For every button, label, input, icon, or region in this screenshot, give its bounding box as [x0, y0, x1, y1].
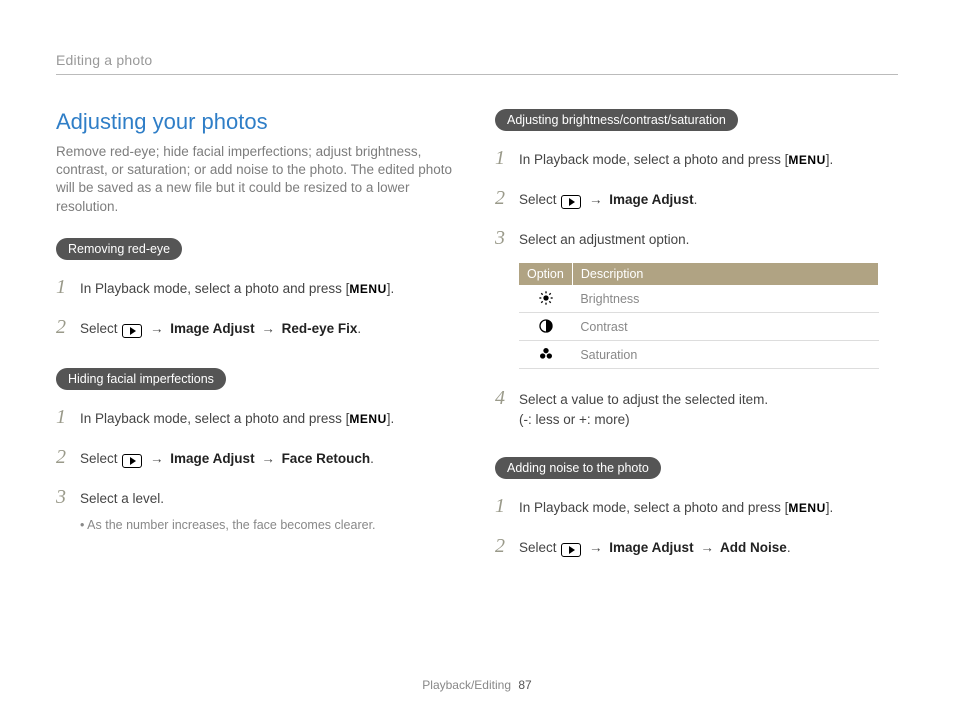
page-footer: Playback/Editing 87 — [0, 678, 954, 692]
step-text: Select — [519, 192, 560, 207]
step-1: 1 In Playback mode, select a photo and p… — [56, 272, 459, 302]
step-text: Select a level. — [80, 489, 459, 509]
play-mode-icon — [561, 195, 581, 209]
step-text: Select an adjustment option. — [519, 230, 898, 250]
step-text: In Playback mode, select a photo and pre… — [519, 500, 788, 515]
step-text: ]. — [826, 152, 834, 167]
step-2: 2 Select → Image Adjust. — [495, 183, 898, 213]
step-text: In Playback mode, select a photo and pre… — [519, 152, 788, 167]
heading-removing-red-eye: Removing red-eye — [56, 238, 182, 260]
step-text: ]. — [826, 500, 834, 515]
step-2: 2 Select → Image Adjust → Face Retouch. — [56, 442, 459, 472]
heading-hiding-facial: Hiding facial imperfections — [56, 368, 226, 390]
step-2: 2 Select → Image Adjust → Red-eye Fix. — [56, 312, 459, 342]
brightness-icon — [519, 285, 572, 313]
table-row: Saturation — [519, 341, 879, 369]
play-mode-icon — [122, 324, 142, 338]
step-number: 2 — [56, 312, 80, 342]
breadcrumb: Editing a photo — [56, 52, 898, 75]
menu-path: Image Adjust — [606, 540, 698, 555]
menu-icon: MENU — [788, 153, 825, 167]
note-text: As the number increases, the face become… — [80, 518, 459, 532]
menu-path: Add Noise — [717, 540, 787, 555]
table-row: Brightness — [519, 285, 879, 313]
arrow-icon: → — [589, 192, 603, 207]
menu-path: Red-eye Fix — [278, 321, 358, 336]
step-number: 2 — [495, 531, 519, 561]
menu-icon: MENU — [349, 282, 386, 296]
arrow-icon: → — [700, 540, 714, 555]
contrast-icon — [519, 313, 572, 341]
step-text: In Playback mode, select a photo and pre… — [80, 411, 349, 426]
sub-note: As the number increases, the face become… — [80, 518, 459, 532]
steps-add-noise: 1 In Playback mode, select a photo and p… — [495, 491, 898, 561]
step-number: 1 — [56, 402, 80, 432]
menu-icon: MENU — [788, 501, 825, 515]
play-mode-icon — [122, 454, 142, 468]
option-desc: Brightness — [572, 285, 878, 313]
step-number: 1 — [495, 143, 519, 173]
step-1: 1 In Playback mode, select a photo and p… — [56, 402, 459, 432]
table-header: Option — [519, 263, 572, 285]
table-header-row: Option Description — [519, 263, 879, 285]
step-text: In Playback mode, select a photo and pre… — [80, 281, 349, 296]
step-text: . — [787, 540, 791, 555]
step-number: 2 — [495, 183, 519, 213]
step-number: 3 — [56, 482, 80, 512]
heading-adjust-bcs: Adjusting brightness/contrast/saturation — [495, 109, 738, 131]
step-3: 3 Select an adjustment option. — [495, 223, 898, 253]
step-2: 2 Select → Image Adjust → Add Noise. — [495, 531, 898, 561]
step-text: Select — [80, 451, 121, 466]
menu-icon: MENU — [349, 412, 386, 426]
arrow-icon: → — [150, 321, 164, 336]
step-text: . — [357, 321, 361, 336]
steps-adjust-bcs: 1 In Playback mode, select a photo and p… — [495, 143, 898, 253]
step-text: ]. — [387, 411, 395, 426]
footer-section: Playback/Editing — [422, 678, 511, 692]
step-text: . — [370, 451, 374, 466]
heading-add-noise: Adding noise to the photo — [495, 457, 661, 479]
step-text: (-: less or +: more) — [519, 412, 630, 427]
menu-path: Image Adjust — [606, 192, 694, 207]
play-mode-icon — [561, 543, 581, 557]
arrow-icon: → — [261, 321, 275, 336]
option-desc: Contrast — [572, 313, 878, 341]
step-4: 4 Select a value to adjust the selected … — [495, 383, 898, 431]
menu-path: Image Adjust — [167, 451, 259, 466]
step-text: Select — [80, 321, 121, 336]
step-text: . — [694, 192, 698, 207]
step-number: 1 — [56, 272, 80, 302]
step-1: 1 In Playback mode, select a photo and p… — [495, 491, 898, 521]
menu-path: Image Adjust — [167, 321, 259, 336]
step-number: 3 — [495, 223, 519, 253]
table-header: Description — [572, 263, 878, 285]
step-number: 1 — [495, 491, 519, 521]
step-1: 1 In Playback mode, select a photo and p… — [495, 143, 898, 173]
step-3: 3 Select a level. — [56, 482, 459, 512]
arrow-icon: → — [150, 451, 164, 466]
arrow-icon: → — [261, 451, 275, 466]
step-text: ]. — [387, 281, 395, 296]
step-number: 4 — [495, 383, 519, 413]
section-title: Adjusting your photos — [56, 109, 459, 135]
right-column: Adjusting brightness/contrast/saturation… — [495, 109, 898, 587]
steps-face-retouch: 1 In Playback mode, select a photo and p… — [56, 402, 459, 512]
options-table: Option Description Brightness Contrast — [519, 263, 879, 369]
menu-path: Face Retouch — [278, 451, 370, 466]
left-column: Adjusting your photos Remove red-eye; hi… — [56, 109, 459, 587]
step-text: Select a value to adjust the selected it… — [519, 392, 768, 407]
steps-red-eye: 1 In Playback mode, select a photo and p… — [56, 272, 459, 342]
page-number: 87 — [518, 678, 531, 692]
step-text: Select — [519, 540, 560, 555]
content-columns: Adjusting your photos Remove red-eye; hi… — [56, 109, 898, 587]
table-row: Contrast — [519, 313, 879, 341]
steps-adjust-bcs-contd: 4 Select a value to adjust the selected … — [495, 383, 898, 431]
option-desc: Saturation — [572, 341, 878, 369]
saturation-icon — [519, 341, 572, 369]
arrow-icon: → — [589, 540, 603, 555]
step-number: 2 — [56, 442, 80, 472]
intro-text: Remove red-eye; hide facial imperfection… — [56, 143, 459, 216]
